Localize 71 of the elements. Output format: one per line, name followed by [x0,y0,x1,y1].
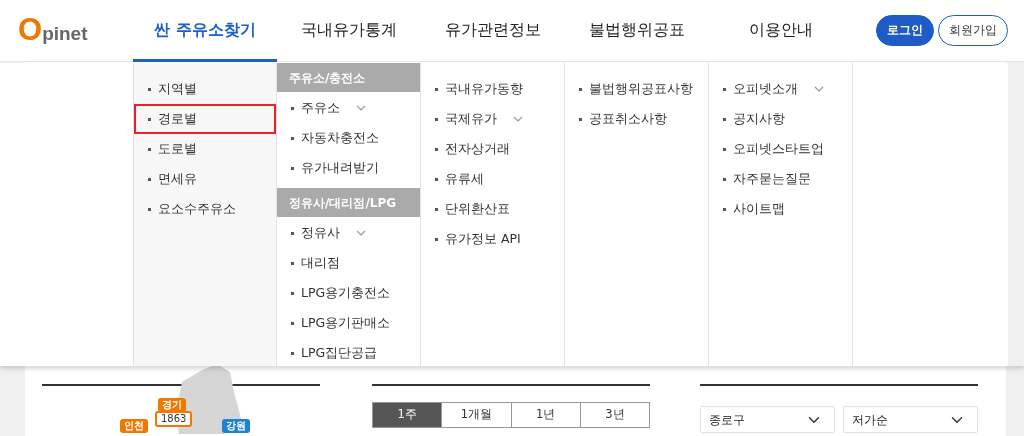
signup-button[interactable]: 회원가입 [938,14,1008,47]
dropdown-select[interactable]: 종로구 [700,406,835,433]
bullet-icon [291,231,294,235]
menu-item[interactable]: 요소수주유소 [134,194,276,224]
menu-item[interactable]: LPG용기충전소 [277,278,420,308]
nav-tab[interactable]: 유가관련정보 [421,0,565,62]
bullet-icon [291,321,294,325]
bullet-icon [723,147,726,151]
menu-group-header: 주유소/충전소 [277,63,420,92]
menu-item[interactable]: LPG용기판매소 [277,308,420,338]
marker-label: 인천 [120,419,148,433]
bullet-icon [723,207,726,211]
bullet-icon [291,351,294,355]
menu-item[interactable]: 주유소 [277,93,420,123]
menu-item[interactable]: 불법행위공표사항 [565,74,708,104]
menu-item[interactable]: 면세유 [134,164,276,194]
login-button[interactable]: 로그인 [876,14,934,47]
bullet-icon [148,147,151,151]
bullet-icon [148,87,151,91]
menu-item[interactable]: 단위환산표 [421,194,564,224]
nav-tab[interactable]: 이용안내 [709,0,853,62]
dropdown-select[interactable]: 저가순 [843,406,978,433]
bullet-icon [291,136,294,140]
bullet-icon [435,87,438,91]
marker-count: 1863 [155,411,193,427]
bullet-icon [148,177,151,181]
menu-item[interactable]: 정유사 [277,218,420,248]
marker-label: 강원 [222,419,250,433]
menu-item[interactable]: 자동차충전소 [277,123,420,153]
period-tab[interactable]: 1년 [511,402,581,428]
bullet-icon [435,237,438,241]
bullet-icon [291,106,294,110]
menu-item[interactable]: 도로별 [134,134,276,164]
menu-item[interactable]: 국제유가 [421,104,564,134]
menu-item[interactable]: 유가내려받기 [277,153,420,183]
bullet-icon [291,261,294,265]
menu-group-header: 정유사/대리점/LPG [277,188,420,217]
menu-item[interactable]: 대리점 [277,248,420,278]
bullet-icon [148,117,151,121]
bullet-icon [435,177,438,181]
menu-item[interactable]: 공지사항 [709,104,852,134]
menu-item[interactable]: LPG집단공급 [277,338,420,368]
marker-label: 경기 [158,398,186,412]
nav-tab[interactable]: 국내유가통계 [277,0,421,62]
bullet-icon [291,291,294,295]
bullet-icon [435,117,438,121]
menu-item[interactable]: 자주묻는질문 [709,164,852,194]
bullet-icon [291,166,294,170]
nav-tab[interactable]: 불법행위공표 [565,0,709,62]
logo[interactable]: Opinet [18,14,88,45]
menu-item[interactable]: 유가정보 API [421,224,564,254]
bullet-icon [579,117,582,121]
menu-item[interactable]: 경로별 [134,104,276,134]
menu-item[interactable]: 전자상거래 [421,134,564,164]
period-tab[interactable]: 3년 [580,402,650,428]
bullet-icon [148,207,151,211]
bullet-icon [579,87,582,91]
menu-item[interactable]: 오피넷스타트업 [709,134,852,164]
menu-item[interactable]: 유류세 [421,164,564,194]
period-tab[interactable]: 1개월 [442,402,512,428]
bullet-icon [435,147,438,151]
period-tab[interactable]: 1주 [372,402,443,428]
menu-item[interactable]: 국내유가동향 [421,74,564,104]
menu-item[interactable]: 지역별 [134,74,276,104]
bullet-icon [723,87,726,91]
menu-item[interactable]: 오피넷소개 [709,74,852,104]
menu-item[interactable]: 사이트맵 [709,194,852,224]
menu-item[interactable]: 공표취소사항 [565,104,708,134]
bullet-icon [723,117,726,121]
bullet-icon [435,207,438,211]
bullet-icon [723,177,726,181]
